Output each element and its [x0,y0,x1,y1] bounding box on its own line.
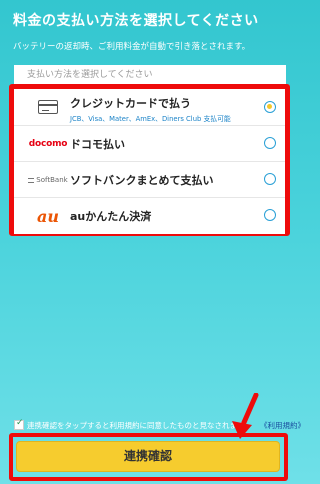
page-title: 料金の支払い方法を選択してください [13,13,259,29]
radio-softbank[interactable] [264,173,276,185]
radio-au[interactable] [264,209,276,221]
payment-option-credit-card[interactable]: クレジットカードで払う JCB、Visa、Mater、AmEx、Diners C… [14,89,285,126]
payment-option-label: クレジットカードで払う [70,97,191,110]
softbank-logo-text: SoftBank [36,176,68,184]
payment-option-softbank[interactable]: SoftBank ソフトバンクまとめて支払い [14,162,285,198]
au-logo-text: au [37,206,59,226]
payment-option-sub: JCB、Visa、Mater、AmEx、Diners Club 支払可能 [70,115,231,123]
docomo-logo: docomo [24,126,72,162]
radio-docomo[interactable] [264,137,276,149]
confirm-link-button[interactable]: 連携確認 [16,441,280,472]
payment-option-label: ソフトバンクまとめて支払い [70,174,214,187]
credit-card-icon [24,89,72,125]
payment-option-au[interactable]: au auかんたん決済 [14,198,285,234]
agreement-checkbox[interactable] [14,418,24,430]
payment-option-label: auかんたん決済 [70,210,152,223]
radio-credit-card[interactable] [264,101,276,113]
payment-option-docomo[interactable]: docomo ドコモ払い [14,126,285,162]
agreement-text: 連携確認をタップすると利用規約に同意したものと見なされます [27,421,245,430]
softbank-logo: SoftBank [24,162,72,198]
payment-list-header: 支払い方法を選択してください [14,65,286,85]
payment-option-label: ドコモ払い [70,138,125,151]
docomo-logo-text: docomo [28,139,68,149]
page-description: バッテリーの返却時、ご利用料金が自動で引き落とされます。 [13,42,251,52]
au-logo: au [24,198,72,234]
terms-link[interactable]: 《利用規約》 [260,420,305,431]
